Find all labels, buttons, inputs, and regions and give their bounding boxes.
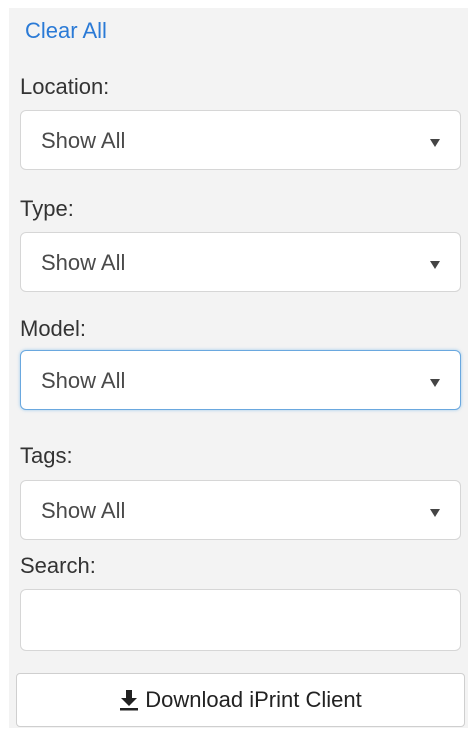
search-input[interactable] — [20, 589, 461, 651]
type-label: Type: — [20, 196, 74, 221]
chevron-down-icon — [430, 509, 440, 517]
tags-label: Tags: — [20, 443, 73, 468]
location-select[interactable]: Show All — [20, 110, 461, 170]
clear-all-link[interactable]: Clear All — [25, 18, 107, 44]
type-select-value: Show All — [41, 250, 126, 275]
chevron-down-icon — [430, 139, 440, 147]
model-select[interactable]: Show All — [20, 350, 461, 410]
model-label: Model: — [20, 316, 87, 341]
location-select-value: Show All — [41, 128, 126, 153]
chevron-down-icon — [430, 261, 440, 269]
download-button-label: Download iPrint Client — [145, 687, 362, 712]
tags-select-value: Show All — [41, 498, 126, 523]
download-icon — [119, 689, 139, 711]
download-iprint-client-button[interactable]: Download iPrint Client — [16, 673, 465, 727]
type-select[interactable]: Show All — [20, 232, 461, 292]
chevron-down-icon — [430, 379, 440, 387]
search-label: Search: — [20, 553, 96, 578]
model-select-value: Show All — [41, 368, 126, 393]
location-label: Location: — [20, 74, 110, 99]
tags-select[interactable]: Show All — [20, 480, 461, 540]
